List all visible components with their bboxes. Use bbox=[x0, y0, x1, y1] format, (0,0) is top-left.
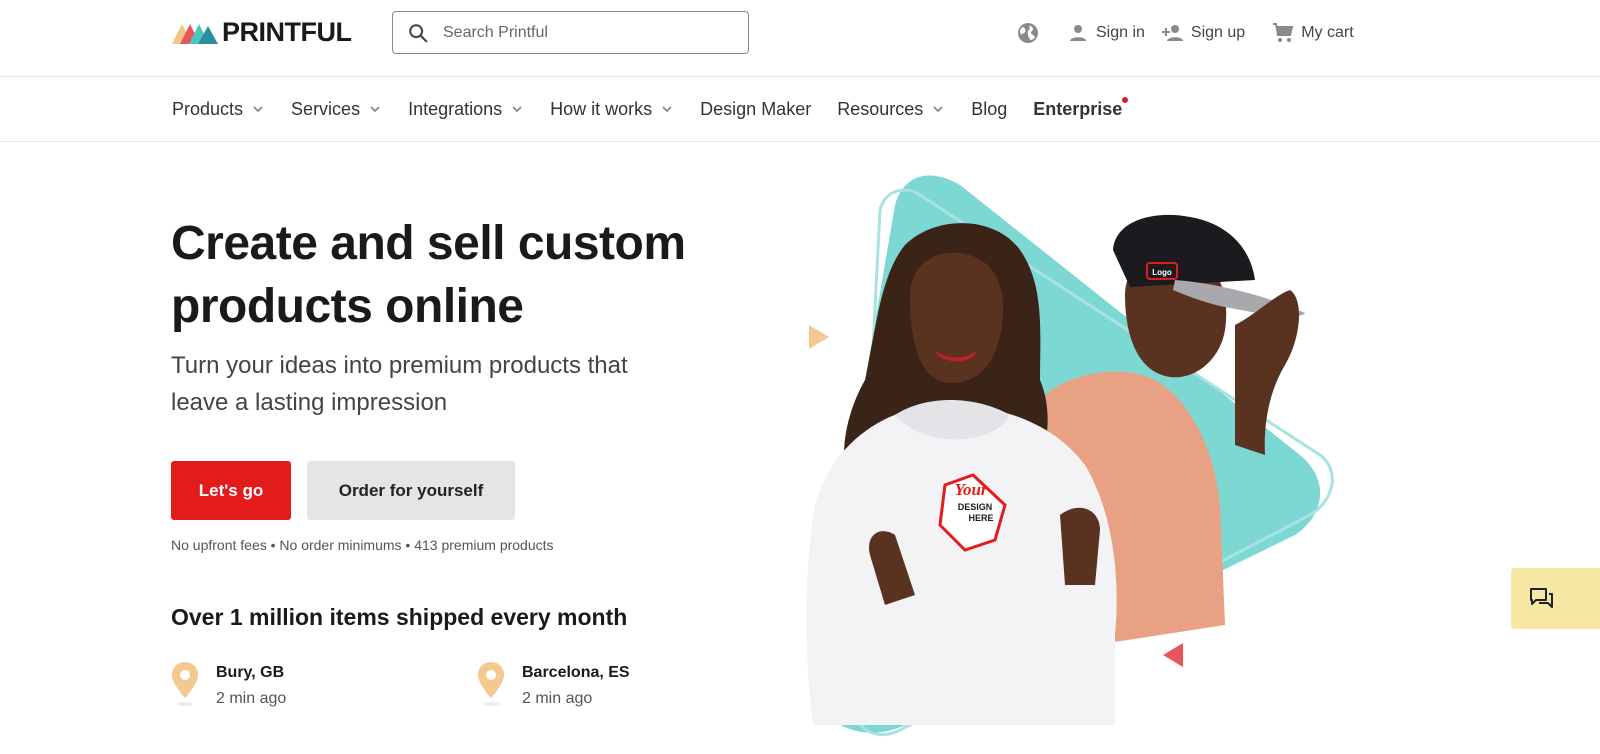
location-name: Barcelona, ES bbox=[522, 664, 630, 681]
chevron-down-icon bbox=[253, 106, 263, 113]
chat-icon bbox=[1530, 587, 1553, 608]
nav-services[interactable]: Services bbox=[291, 99, 382, 120]
search-icon[interactable] bbox=[407, 22, 429, 44]
red-triangle-icon bbox=[1163, 643, 1183, 667]
nav-label: Products bbox=[172, 98, 244, 119]
language-selector[interactable] bbox=[1016, 21, 1040, 45]
design-badge-line1: Your bbox=[954, 480, 987, 499]
peach-triangle-icon bbox=[809, 325, 829, 349]
account-actions: Sign in Sign up My cart bbox=[1016, 20, 1354, 46]
nav-label: Resources bbox=[837, 98, 924, 119]
search-box[interactable] bbox=[392, 11, 749, 54]
location-time: 2 min ago bbox=[216, 690, 287, 707]
sign-up-link[interactable]: Sign up bbox=[1161, 21, 1245, 45]
hero-title: Create and sell custom products online bbox=[171, 217, 686, 333]
hero-image: Logo Your DESIGN HERE bbox=[806, 175, 1334, 736]
nav-resources[interactable]: Resources bbox=[837, 99, 945, 120]
sign-up-label: Sign up bbox=[1190, 24, 1246, 41]
design-badge-line2: DESIGN bbox=[958, 502, 993, 512]
location-pin-icon bbox=[172, 662, 198, 706]
cap-logo-text: Logo bbox=[1152, 268, 1172, 277]
search-input[interactable] bbox=[443, 23, 733, 42]
user-plus-icon bbox=[1161, 25, 1183, 41]
logo-text: PRINTFUL bbox=[222, 16, 352, 47]
chevron-down-icon bbox=[370, 106, 380, 113]
new-badge-dot bbox=[1122, 96, 1129, 103]
nav-enterprise[interactable]: Enterprise bbox=[1033, 96, 1129, 120]
nav-products[interactable]: Products bbox=[172, 99, 265, 120]
nav-label: Blog bbox=[971, 98, 1008, 119]
location-item: Barcelona, ES 2 min ago bbox=[477, 660, 630, 712]
nav-integrations[interactable]: Integrations bbox=[408, 99, 524, 120]
cart-icon bbox=[1273, 23, 1294, 42]
sign-in-link[interactable]: Sign in bbox=[1066, 21, 1145, 45]
nav-label: Design Maker bbox=[700, 98, 812, 119]
top-bar: PRINTFUL Sign in bbox=[0, 0, 1600, 77]
nav-items: Products Services Integrations How it wo… bbox=[172, 77, 1148, 141]
cart-link[interactable]: My cart bbox=[1271, 21, 1354, 45]
chat-widget-button[interactable] bbox=[1511, 568, 1600, 629]
lets-go-button[interactable]: Let's go bbox=[171, 461, 291, 520]
design-badge-line3: HERE bbox=[968, 513, 993, 523]
nav-label: How it works bbox=[550, 98, 653, 119]
cart-label: My cart bbox=[1301, 24, 1354, 41]
printful-logo[interactable]: PRINTFUL bbox=[172, 16, 352, 47]
nav-how-it-works[interactable]: How it works bbox=[550, 99, 674, 120]
nav-blog[interactable]: Blog bbox=[971, 99, 1007, 120]
globe-icon bbox=[1018, 23, 1038, 43]
sign-in-label: Sign in bbox=[1096, 24, 1145, 41]
chevron-down-icon bbox=[933, 106, 943, 113]
nav-design-maker[interactable]: Design Maker bbox=[700, 99, 811, 120]
chevron-down-icon bbox=[662, 106, 672, 113]
order-for-yourself-button[interactable]: Order for yourself bbox=[307, 461, 515, 520]
location-name: Bury, GB bbox=[216, 664, 285, 681]
nav-label: Services bbox=[291, 98, 361, 119]
chevron-down-icon bbox=[512, 106, 522, 113]
shipped-heading: Over 1 million items shipped every month bbox=[171, 604, 628, 630]
location-pin-icon bbox=[478, 662, 504, 706]
location-time: 2 min ago bbox=[522, 690, 593, 707]
location-item: Bury, GB 2 min ago bbox=[171, 660, 286, 712]
user-icon bbox=[1070, 25, 1086, 41]
features-line: No upfront fees • No order minimums • 41… bbox=[171, 537, 554, 553]
location-text: Bury, GB 2 min ago bbox=[216, 660, 286, 712]
nav-label: Enterprise bbox=[1033, 98, 1123, 119]
main-nav: Products Services Integrations How it wo… bbox=[0, 77, 1600, 142]
logo-mark-icon bbox=[172, 24, 218, 44]
hero-subtitle: Turn your ideas into premium products th… bbox=[171, 352, 628, 416]
nav-label: Integrations bbox=[408, 98, 503, 119]
location-text: Barcelona, ES 2 min ago bbox=[522, 660, 630, 712]
